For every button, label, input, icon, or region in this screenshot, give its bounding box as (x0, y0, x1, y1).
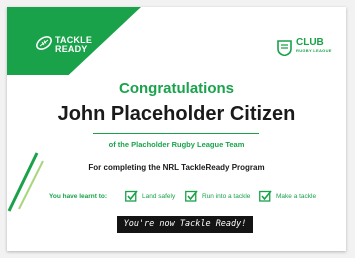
decorative-lines (7, 152, 44, 212)
skill-label: Land safely (142, 193, 176, 200)
club-logo: CLUB RUGBY LEAGUE (277, 38, 341, 58)
divider (93, 133, 259, 134)
certificate-card: TACKLE READY CLUB RUGBY LEAGUE Congratul… (7, 7, 346, 251)
checkbox-checked-icon (185, 190, 198, 202)
headline: Congratulations (119, 80, 234, 97)
program-line: For completing the NRL TackleReady Progr… (88, 163, 265, 172)
skill-label: Make a tackle (276, 193, 317, 200)
tackleready-logo-line2: READY (55, 44, 88, 54)
checkbox-checked-icon (259, 190, 272, 202)
tackleready-logo: TACKLE READY (34, 33, 94, 63)
club-subtitle: RUGBY LEAGUE (296, 48, 332, 53)
checkbox-checked-icon (125, 190, 138, 202)
rugby-ball-icon (36, 36, 52, 50)
club-name: CLUB (296, 37, 324, 48)
skill-label: Run into a tackle (202, 193, 251, 200)
recipient-name: John Placeholder Citizen (57, 103, 296, 125)
shield-icon (277, 40, 292, 56)
tackle-ready-banner: You're now Tackle Ready! (117, 216, 253, 233)
skills-label: You have learnt to: (49, 193, 108, 200)
tackleready-logo-text: TACKLE READY (55, 36, 92, 54)
team-line: of the Placholder Rugby League Team (108, 140, 245, 149)
